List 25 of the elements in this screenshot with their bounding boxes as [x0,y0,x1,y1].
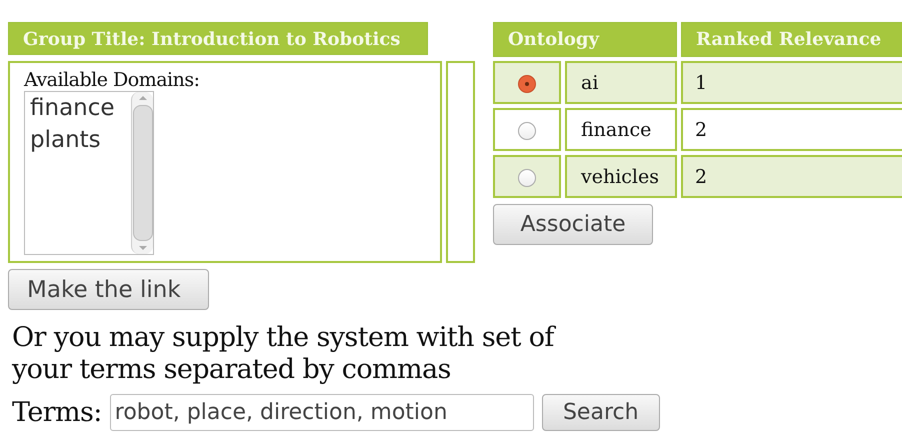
group-title: Group Title: Introduction to Robotics [8,22,428,55]
domain-option[interactable]: finance [30,92,115,124]
table-cell: ai [565,61,677,104]
domain-option[interactable]: plants [30,124,101,156]
associate-button[interactable]: Associate [493,204,653,245]
radio-button[interactable] [518,122,536,140]
table-cell: 2 [681,108,902,151]
radio-button[interactable] [518,168,536,187]
column-header: Ontology [493,22,677,57]
table-cell: finance [565,108,677,151]
scroll-down-icon[interactable] [138,245,148,251]
table-cell: vehicles [565,155,677,198]
radio-button[interactable] [518,74,536,93]
terms-input[interactable]: robot, place, direction, motion [110,394,534,431]
table-cell: 1 [681,61,902,104]
domains-label: Available Domains: [24,69,200,91]
search-button[interactable]: Search [542,394,660,431]
table-cell: 2 [681,155,902,198]
make-link-button[interactable]: Make the link [8,269,209,310]
column-header: Ranked Relevance [681,22,902,57]
terms-label: Terms: [12,397,102,428]
domains-listbox[interactable]: finance plants [24,91,154,255]
scroll-up-icon[interactable] [138,95,148,101]
scrollbar[interactable] [131,92,153,254]
instructions-text: Or you may supply the system with set of your terms separated by commas [12,322,557,386]
